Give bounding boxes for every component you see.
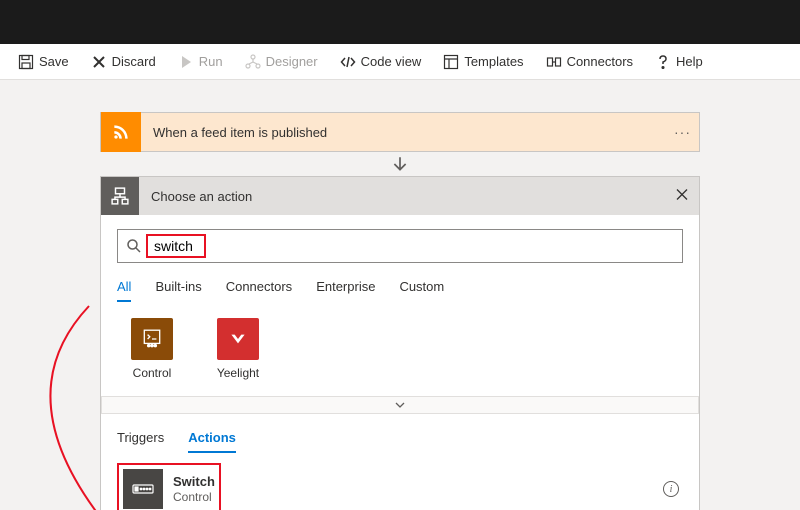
close-icon[interactable] bbox=[675, 188, 689, 205]
save-label: Save bbox=[39, 54, 69, 69]
designer-icon bbox=[245, 54, 261, 70]
help-label: Help bbox=[676, 54, 703, 69]
result-category: Control bbox=[173, 490, 212, 504]
help-button[interactable]: Help bbox=[645, 50, 713, 74]
result-row[interactable]: Switch Control i bbox=[117, 453, 683, 510]
search-highlight bbox=[146, 234, 206, 258]
connector-yeelight[interactable]: Yeelight bbox=[203, 318, 273, 380]
templates-label: Templates bbox=[464, 54, 523, 69]
info-icon[interactable]: i bbox=[663, 481, 679, 497]
tab-connectors[interactable]: Connectors bbox=[226, 275, 292, 302]
control-icon bbox=[131, 318, 173, 360]
chevron-down-icon bbox=[394, 399, 406, 411]
search-icon bbox=[126, 238, 142, 254]
rss-icon bbox=[101, 112, 141, 152]
action-card-body: All Built-ins Connectors Enterprise Cust… bbox=[101, 215, 699, 510]
designer-canvas: When a feed item is published ··· Choose… bbox=[0, 80, 800, 510]
run-label: Run bbox=[199, 54, 223, 69]
connectors-button[interactable]: Connectors bbox=[536, 50, 643, 74]
help-icon bbox=[655, 54, 671, 70]
connector-control-label: Control bbox=[117, 366, 187, 380]
code-view-icon bbox=[340, 54, 356, 70]
scope-tabs: All Built-ins Connectors Enterprise Cust… bbox=[117, 275, 683, 302]
command-bar: Save Discard Run Designer Code view Temp… bbox=[0, 44, 800, 80]
action-header-icon bbox=[101, 177, 139, 215]
discard-button[interactable]: Discard bbox=[81, 50, 166, 74]
expand-button[interactable] bbox=[101, 396, 699, 414]
run-icon bbox=[178, 54, 194, 70]
tab-builtins[interactable]: Built-ins bbox=[155, 275, 201, 302]
subtab-actions[interactable]: Actions bbox=[188, 426, 236, 453]
more-icon[interactable]: ··· bbox=[674, 124, 691, 140]
designer-label: Designer bbox=[266, 54, 318, 69]
search-input[interactable] bbox=[152, 236, 200, 256]
result-text: Switch Control bbox=[173, 474, 215, 504]
tab-all[interactable]: All bbox=[117, 275, 131, 302]
connector-tiles: Control Yeelight bbox=[117, 318, 683, 380]
save-icon bbox=[18, 54, 34, 70]
trigger-title: When a feed item is published bbox=[141, 125, 339, 140]
connector-yeelight-label: Yeelight bbox=[203, 366, 273, 380]
choose-action-card: Choose an action All Built-ins Connector… bbox=[100, 176, 700, 510]
templates-button[interactable]: Templates bbox=[433, 50, 533, 74]
search-box[interactable] bbox=[117, 229, 683, 263]
trigger-card[interactable]: When a feed item is published ··· bbox=[100, 112, 700, 152]
result-highlight: Switch Control bbox=[117, 463, 221, 510]
yeelight-icon bbox=[217, 318, 259, 360]
switch-icon bbox=[123, 469, 163, 509]
result-name: Switch bbox=[173, 474, 215, 489]
connector-control[interactable]: Control bbox=[117, 318, 187, 380]
subtab-triggers[interactable]: Triggers bbox=[117, 426, 164, 453]
designer-button[interactable]: Designer bbox=[235, 50, 328, 74]
tab-enterprise[interactable]: Enterprise bbox=[316, 275, 375, 302]
window-titlebar bbox=[0, 0, 800, 44]
discard-icon bbox=[91, 54, 107, 70]
connectors-label: Connectors bbox=[567, 54, 633, 69]
run-button[interactable]: Run bbox=[168, 50, 233, 74]
code-view-button[interactable]: Code view bbox=[330, 50, 432, 74]
templates-icon bbox=[443, 54, 459, 70]
save-button[interactable]: Save bbox=[8, 50, 79, 74]
connectors-icon bbox=[546, 54, 562, 70]
result-type-tabs: Triggers Actions bbox=[117, 426, 683, 453]
action-card-header: Choose an action bbox=[101, 177, 699, 215]
tab-custom[interactable]: Custom bbox=[399, 275, 444, 302]
discard-label: Discard bbox=[112, 54, 156, 69]
code-view-label: Code view bbox=[361, 54, 422, 69]
flow-arrow-icon bbox=[100, 152, 700, 176]
action-card-title: Choose an action bbox=[139, 189, 264, 204]
